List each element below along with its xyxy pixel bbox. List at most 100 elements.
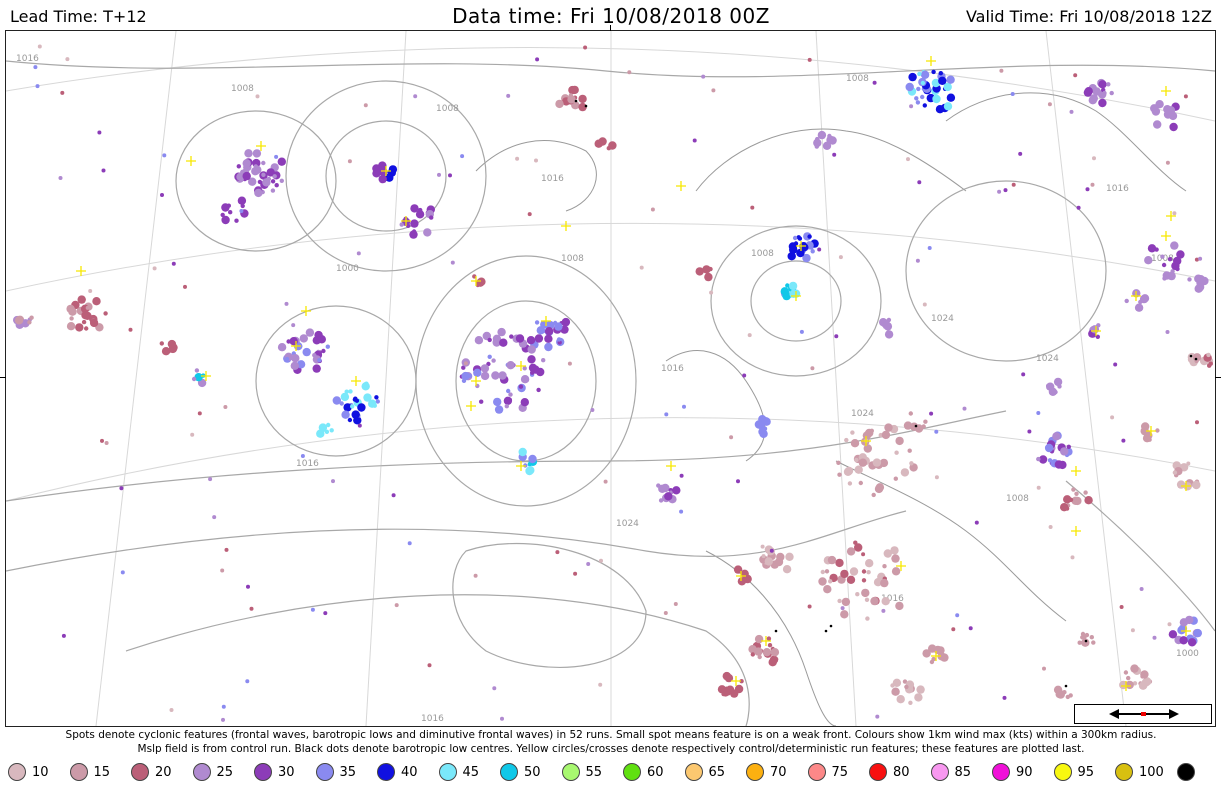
cyclone-spot [1124,298,1129,304]
cyclone-spot [799,329,804,334]
cyclone-spot [234,218,239,223]
legend-label: 85 [954,765,972,780]
cyclone-spot [760,544,765,549]
cyclone-spot [1171,261,1180,271]
legend-swatch [192,763,211,781]
cyclone-spot [750,652,755,657]
cyclone-spot [594,139,603,148]
cyclone-spot [302,347,311,357]
cyclone-spot [274,154,279,159]
cyclone-spot [1074,491,1079,496]
cyclone-spot [929,659,935,665]
cyclone-spot [1186,461,1191,466]
cyclone-spot [1150,104,1159,113]
wind-speed-legend: 10 15 20 25 30 35 40 45 50 55 60 65 70 75 80 85 90 95 100 [4,759,1218,785]
cyclone-spot [822,141,832,150]
cyclone-spot [935,105,945,114]
cyclone-spot [870,596,879,606]
cyclone-spot [1138,299,1143,305]
cyclone-spot [317,358,322,363]
cyclone-spot [1047,102,1052,107]
cyclone-spot [1140,674,1145,679]
cyclone-spot [374,395,379,400]
cyclone-spot [277,343,287,352]
cyclone-spot [305,328,315,337]
legend-swatch [992,763,1010,781]
legend-label: 80 [893,765,910,780]
cyclone-spot [1139,587,1144,591]
cyclone-spot [525,466,534,476]
cyclone-spot [1130,628,1135,633]
cyclone-spot [253,164,258,169]
cyclone-spot [255,94,260,99]
cyclone-spot [274,183,279,188]
barotropic-low-dot [584,104,588,108]
cyclone-spot [88,289,93,293]
cyclone-spot [858,480,863,486]
cyclone-spot [223,405,228,409]
cyclone-spot [673,602,678,606]
cyclone-spot [323,611,328,616]
cyclone-spot [534,320,540,325]
cyclone-spot [838,255,843,260]
cyclone-spot [518,447,527,457]
legend-swatch [1053,763,1072,781]
cyclone-spot [881,597,890,606]
legend-label: 70 [770,765,787,780]
cyclone-spot [463,361,468,366]
control-run-cross [301,306,311,316]
cyclone-spot [100,438,104,443]
cyclone-spot [709,290,714,295]
cyclone-spot [1163,105,1172,114]
cyclone-spot [372,403,377,408]
cyclone-spot [769,548,774,553]
cyclone-spot [461,378,467,383]
isobar-label: 1024 [616,519,639,529]
cyclone-spot [363,103,368,108]
cyclone-spot [226,203,231,208]
control-run-cross [666,461,676,471]
cyclone-spot [893,476,898,481]
cyclone-spot [817,130,827,140]
cyclone-spot [544,342,553,352]
cyclone-spot [875,483,885,492]
cyclone-spot [807,234,812,239]
cyclone-spot [410,219,419,228]
cyclone-spot [861,569,867,574]
cyclone-spot [1160,254,1165,259]
cyclone-spot [750,205,755,210]
cyclone-spot [81,311,90,320]
cyclone-spot [531,365,540,374]
cyclone-spot [515,334,525,343]
edge-tick [1215,377,1221,378]
cyclone-spot [810,366,815,371]
cyclone-spot [920,94,925,100]
cyclone-spot [261,160,266,166]
isobar-label: 1008 [231,84,254,94]
legend-swatch [315,763,334,781]
cyclone-spot [708,266,713,272]
cyclone-spot [1010,92,1015,96]
cyclone-spot [522,366,527,371]
cyclone-spot [639,265,644,270]
legend-swatch [746,763,764,781]
cyclone-spot [568,93,573,98]
cyclone-spot [160,193,164,197]
control-run-cross [516,461,526,471]
coastlines [475,92,1187,726]
barotropic-low-dot [574,99,578,103]
cyclone-spot [785,552,794,561]
cyclone-spot [169,708,174,712]
cyclone-spot [491,358,496,363]
cyclone-spot [1080,635,1085,640]
legend-label: 75 [831,765,849,780]
cyclone-spot [1153,120,1162,129]
cyclone-spot [480,364,490,373]
legend-label: 65 [708,765,726,780]
cyclone-spot [461,371,470,381]
cyclone-spot [1085,187,1090,192]
cyclone-spot [1047,458,1053,463]
legend-label: 20 [155,765,172,780]
cyclone-spot [429,215,434,220]
cyclone-spot [711,88,716,93]
